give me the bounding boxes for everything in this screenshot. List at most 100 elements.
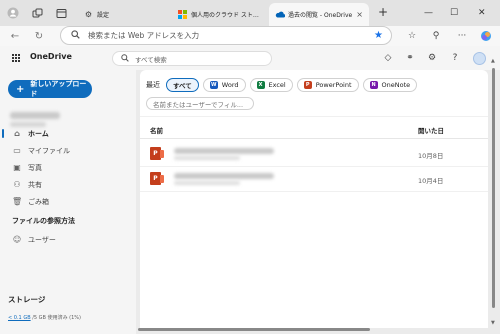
filter-powerpoint[interactable]: P PowerPoint — [296, 78, 359, 92]
scroll-up-icon[interactable]: ▲ — [491, 58, 495, 64]
extensions-icon[interactable]: ⚲ — [430, 30, 442, 42]
favorites-icon[interactable]: ☆ — [406, 30, 418, 42]
sidebar-item-label: マイファイル — [28, 146, 70, 155]
storage-usage: < 0.1 GB /5 GB 使用済み (1%) — [8, 314, 81, 321]
close-tab-icon[interactable]: × — [356, 10, 363, 19]
scrollbar-thumb[interactable] — [138, 328, 370, 331]
new-upload-button[interactable]: + 新しいアップロード — [8, 80, 92, 98]
filter-label: OneNote — [381, 81, 411, 89]
browse-section-title: ファイルの参照方法 — [12, 217, 75, 225]
table-row[interactable]: P 10月8日 — [140, 142, 488, 166]
vertical-scrollbar[interactable]: ▲ ▼ — [491, 58, 496, 328]
powerpoint-file-icon: P — [150, 147, 164, 160]
back-icon[interactable]: ← — [8, 29, 22, 43]
new-upload-label: 新しいアップロード — [30, 80, 87, 98]
filter-label: Word — [221, 81, 239, 89]
sidebar: + 新しいアップロード ⌂ ホーム ▭ マイファイル ▣ 写真 ⚇ 共有 🗑 ご… — [0, 70, 136, 334]
maximize-icon[interactable]: ☐ — [450, 8, 458, 18]
column-header-opened[interactable]: 開いた日 — [418, 125, 444, 135]
scrollbar-thumb[interactable] — [492, 68, 495, 308]
excel-icon: X — [256, 81, 265, 89]
tab-onedrive-recent[interactable]: 過去の閲覧 - OneDrive × — [269, 3, 369, 26]
minimize-icon[interactable]: — — [424, 8, 433, 18]
new-tab-button[interactable]: + — [378, 5, 388, 19]
address-bar[interactable]: 検索または Web アドレスを入力 ★ — [60, 26, 392, 45]
tab-onedrive-storage[interactable]: 個人用のクラウド ストレージ - Micros — [172, 4, 268, 24]
photo-icon: ▣ — [13, 163, 21, 172]
plus-icon: + — [16, 83, 25, 95]
sidebar-item-label: ホーム — [28, 129, 49, 138]
redacted-file-name — [174, 173, 274, 179]
gear-icon: ⚙ — [84, 9, 93, 19]
tab-title: 設定 — [97, 11, 110, 19]
filter-onenote[interactable]: N OneNote — [362, 78, 418, 92]
refresh-icon[interactable]: ↻ — [32, 29, 46, 43]
filter-all[interactable]: すべて — [166, 78, 199, 92]
row-divider — [140, 191, 488, 192]
address-placeholder: 検索または Web アドレスを入力 — [88, 31, 200, 40]
main-content: 最近 すべて W Word X Excel P PowerPoint N One… — [140, 70, 488, 328]
profile-icon[interactable] — [6, 6, 20, 20]
table-row[interactable]: P 10月4日 — [140, 167, 488, 191]
search-input[interactable]: すべて検索 — [112, 51, 272, 66]
tab-title: 過去の閲覧 - OneDrive — [288, 12, 353, 19]
redacted-file-location — [174, 181, 240, 185]
onedrive-cloud-icon — [275, 10, 286, 19]
vertical-tabs-icon[interactable] — [54, 6, 68, 20]
share-link-icon[interactable]: ⚭ — [404, 52, 416, 64]
horizontal-scrollbar[interactable] — [0, 326, 500, 332]
avatar[interactable] — [473, 52, 486, 65]
trash-icon: 🗑 — [12, 197, 23, 206]
onenote-icon: N — [369, 81, 378, 89]
file-opened-date: 10月4日 — [418, 177, 444, 185]
microsoft-logo-icon — [178, 9, 187, 19]
sidebar-item-label: ごみ箱 — [28, 197, 49, 206]
home-icon: ⌂ — [14, 129, 20, 138]
sidebar-item-shared[interactable]: ⚇ 共有 — [0, 177, 136, 192]
recent-label: 最近 — [146, 81, 160, 89]
tab-title: 個人用のクラウド ストレージ - Micros — [191, 11, 262, 19]
redacted-file-location — [174, 156, 240, 160]
close-window-icon[interactable]: ✕ — [478, 8, 486, 18]
powerpoint-file-icon: P — [150, 172, 164, 185]
copilot-icon[interactable] — [480, 30, 492, 42]
favorite-star-icon[interactable]: ★ — [374, 30, 383, 41]
storage-title: ストレージ — [8, 295, 46, 304]
search-icon — [121, 53, 129, 64]
workspaces-icon[interactable] — [30, 6, 44, 20]
help-icon[interactable]: ? — [449, 52, 461, 64]
name-filter-input[interactable]: 名前またはユーザーでフィル... — [146, 97, 254, 110]
app-launcher-icon[interactable] — [12, 54, 20, 62]
divider — [140, 116, 488, 117]
filter-label: PowerPoint — [315, 81, 352, 89]
redacted-user-name — [10, 112, 60, 119]
premium-diamond-icon[interactable]: ◇ — [382, 52, 394, 64]
sidebar-item-people[interactable]: ☺ ユーザー — [0, 232, 136, 247]
onedrive-header: OneDrive すべて検索 ◇ ⚭ ⚙ ? — [0, 46, 500, 70]
word-icon: W — [209, 81, 218, 89]
tab-settings[interactable]: ⚙ 設定 — [78, 4, 172, 24]
brand-title[interactable]: OneDrive — [30, 52, 72, 61]
sidebar-item-recycle-bin[interactable]: 🗑 ごみ箱 — [0, 194, 136, 209]
file-opened-date: 10月8日 — [418, 152, 444, 160]
powerpoint-icon: P — [303, 81, 312, 89]
sidebar-item-my-files[interactable]: ▭ マイファイル — [0, 143, 136, 158]
more-menu-icon[interactable]: ··· — [456, 30, 468, 42]
sidebar-item-photos[interactable]: ▣ 写真 — [0, 160, 136, 175]
column-header-name[interactable]: 名前 — [150, 125, 163, 135]
share-icon: ⚇ — [13, 180, 21, 189]
filter-label: Excel — [268, 81, 286, 89]
filter-label: すべて — [173, 82, 192, 90]
recent-filter-row: 最近 すべて W Word X Excel P PowerPoint N One… — [146, 78, 421, 92]
settings-gear-icon[interactable]: ⚙ — [426, 52, 438, 64]
header-divider — [140, 138, 488, 139]
search-placeholder: すべて検索 — [135, 55, 167, 64]
storage-used-link[interactable]: < 0.1 GB — [8, 315, 31, 321]
redacted-file-name — [174, 148, 274, 154]
person-icon: ☺ — [12, 235, 22, 244]
sidebar-item-label: 共有 — [28, 180, 42, 189]
filter-word[interactable]: W Word — [202, 78, 246, 92]
sidebar-item-home[interactable]: ⌂ ホーム — [0, 126, 136, 141]
filter-excel[interactable]: X Excel — [249, 78, 293, 92]
sidebar-item-label: ユーザー — [28, 235, 56, 244]
